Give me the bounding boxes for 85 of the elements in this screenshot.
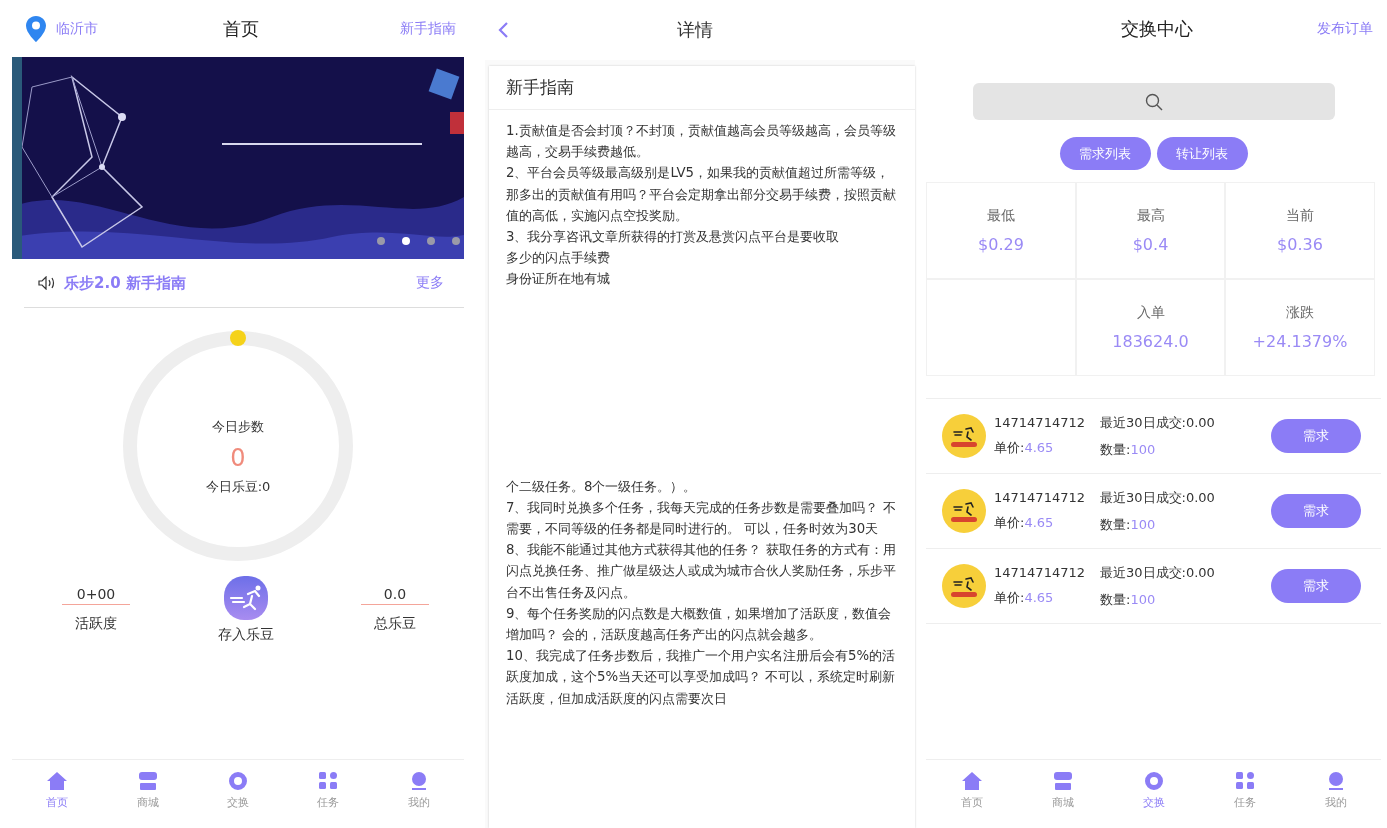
recent-deals: 最近30日成交:0.00 <box>1100 563 1216 582</box>
stat-value: 0.0 <box>361 586 429 605</box>
market-label: 当前 <box>1286 207 1314 225</box>
nav-tab[interactable]: 我的 <box>388 770 449 810</box>
market-value: +24.1379% <box>1252 332 1348 351</box>
request-button[interactable]: 需求 <box>1271 494 1361 528</box>
carousel-dot[interactable] <box>377 237 385 245</box>
market-label: 入单 <box>1136 304 1165 322</box>
stat-value: 0+00 <box>62 586 130 605</box>
nav-tab[interactable]: 商城 <box>1032 770 1093 810</box>
ring-icon <box>227 770 248 791</box>
article-paragraph: 9、每个任务奖励的闪点数是大概数值，如果增加了活跃度，数值会增加吗？ 会的，活跃度越高任务产出的闪点就会越多。 <box>506 604 893 645</box>
page-title: 详情 <box>676 18 714 42</box>
market-value: $0.36 <box>1277 235 1323 254</box>
stat-label: 活跃度 <box>75 615 117 633</box>
avatar-icon <box>942 564 986 608</box>
shop-icon <box>137 770 158 791</box>
nav-tab[interactable]: 交换 <box>207 770 268 810</box>
quantity: 数量:100 <box>1100 440 1157 459</box>
home-icon <box>47 770 68 791</box>
nav-tab[interactable]: 商城 <box>117 770 178 810</box>
page-title: 首页 <box>223 16 259 41</box>
nav-tab[interactable]: 首页 <box>27 770 88 810</box>
article-paragraph: 8、我能不能通过其他方式获得其他的任务？ 获取任务的方式有：用闪点兑换任务、推广做星级达人或成为城市合伙人奖励任务，乐步平台不出售任务及闪点。 <box>506 541 897 602</box>
nav-tab[interactable]: 任务 <box>298 770 359 810</box>
market-value: 183624.0 <box>1112 332 1189 351</box>
market-label: 最低 <box>987 207 1015 225</box>
article-paragraph: 3、我分享咨讯文章所获得的打赏及悬赏闪点平台是要收取 <box>506 228 841 246</box>
shop-icon <box>1052 770 1073 791</box>
header-link[interactable]: 发布订单 <box>1317 19 1373 36</box>
quantity: 数量:100 <box>1100 590 1157 609</box>
list-tab[interactable]: 转让列表 <box>1156 137 1248 170</box>
more-link[interactable]: 更多 <box>416 274 444 292</box>
article-paragraph: 10、我完成了任务步数后，我推广一个用户实名注册后会有5%的活跃度加成，这个5%当天还可以享受加成吗？ 不可以，系统定时刷新活跃度，但加成活跃度的闪点需要次日 <box>506 647 897 708</box>
header-link[interactable]: 新手指南 <box>400 19 456 36</box>
nav-tab[interactable]: 交换 <box>1123 770 1184 810</box>
market-value: $0.4 <box>1132 235 1169 254</box>
grid-icon <box>318 770 339 791</box>
market-label: 涨跌 <box>1286 304 1314 322</box>
quantity: 数量:100 <box>1100 515 1157 534</box>
city-label[interactable]: 临沂市 <box>56 19 98 38</box>
search-icon <box>1144 92 1163 111</box>
steps-value: 0 <box>230 444 246 472</box>
nav-tab[interactable]: 任务 <box>1214 770 1275 810</box>
article-paragraph: 2、平台会员等级最高级别是LV5，如果我的贡献值超过所需等级，那多出的贡献值有用吗？平台会定期拿出部分交易手续费，按照贡献值的高低，实施闪点空投奖励。 <box>506 164 897 225</box>
nav-tab[interactable]: 首页 <box>941 770 1002 810</box>
ring-icon <box>1143 770 1164 791</box>
carousel-dot[interactable] <box>402 237 410 245</box>
article-paragraph: 多少的闪点手续费 <box>506 249 611 268</box>
deposit-button[interactable]: 存入乐豆 <box>217 626 274 644</box>
article-paragraph: 个二级任务。8个一级任务。）。 <box>506 477 698 496</box>
carousel-dot[interactable] <box>427 237 435 245</box>
seller-id: 14714714712 <box>994 490 1086 505</box>
article-title: 新手指南 <box>489 66 915 110</box>
nav-tab[interactable]: 我的 <box>1305 770 1366 810</box>
seller-id: 14714714712 <box>994 415 1086 430</box>
progress-marker <box>230 330 246 346</box>
carousel-dot[interactable] <box>452 237 460 245</box>
recent-deals: 最近30日成交:0.00 <box>1100 488 1216 507</box>
unit-price: 单价:4.65 <box>994 514 1055 532</box>
unit-price: 单价:4.65 <box>994 589 1055 607</box>
request-button[interactable]: 需求 <box>1271 419 1361 453</box>
market-label: 最高 <box>1136 207 1165 225</box>
back-icon[interactable] <box>497 21 509 39</box>
avatar-icon <box>942 414 986 458</box>
list-tab[interactable]: 需求列表 <box>1059 137 1151 170</box>
request-button[interactable]: 需求 <box>1271 569 1361 603</box>
beans-today: 今日乐豆:0 <box>205 478 271 496</box>
home-icon <box>961 770 982 791</box>
stat-label: 总乐豆 <box>374 615 416 633</box>
article-paragraph: 身份证所在地有城 <box>506 270 611 289</box>
article-paragraph: 1.贡献值是否会封顶？不封顶，贡献值越高会员等级越高，会员等级越高，交易手续费越低。 <box>506 122 897 162</box>
recent-deals: 最近30日成交:0.00 <box>1100 413 1216 432</box>
steps-label: 今日步数 <box>212 418 264 436</box>
grid-icon <box>1234 770 1255 791</box>
article-paragraph: 7、我同时兑换多个任务，我每天完成的任务步数是需要叠加吗？ 不需要，不同等级的任务都是同时进行的。 可以，任务时效为30天 <box>506 498 897 539</box>
search-field[interactable] <box>972 83 1335 120</box>
page-title: 交换中心 <box>1120 16 1193 41</box>
speaker-icon <box>38 276 56 290</box>
seller-id: 14714714712 <box>994 565 1086 580</box>
notice-title[interactable]: 乐步2.0 新手指南 <box>64 273 416 293</box>
avatar-icon <box>942 489 986 533</box>
market-value: $0.29 <box>978 235 1024 254</box>
unit-price: 单价:4.65 <box>994 439 1055 457</box>
location-pin-icon <box>26 15 46 42</box>
